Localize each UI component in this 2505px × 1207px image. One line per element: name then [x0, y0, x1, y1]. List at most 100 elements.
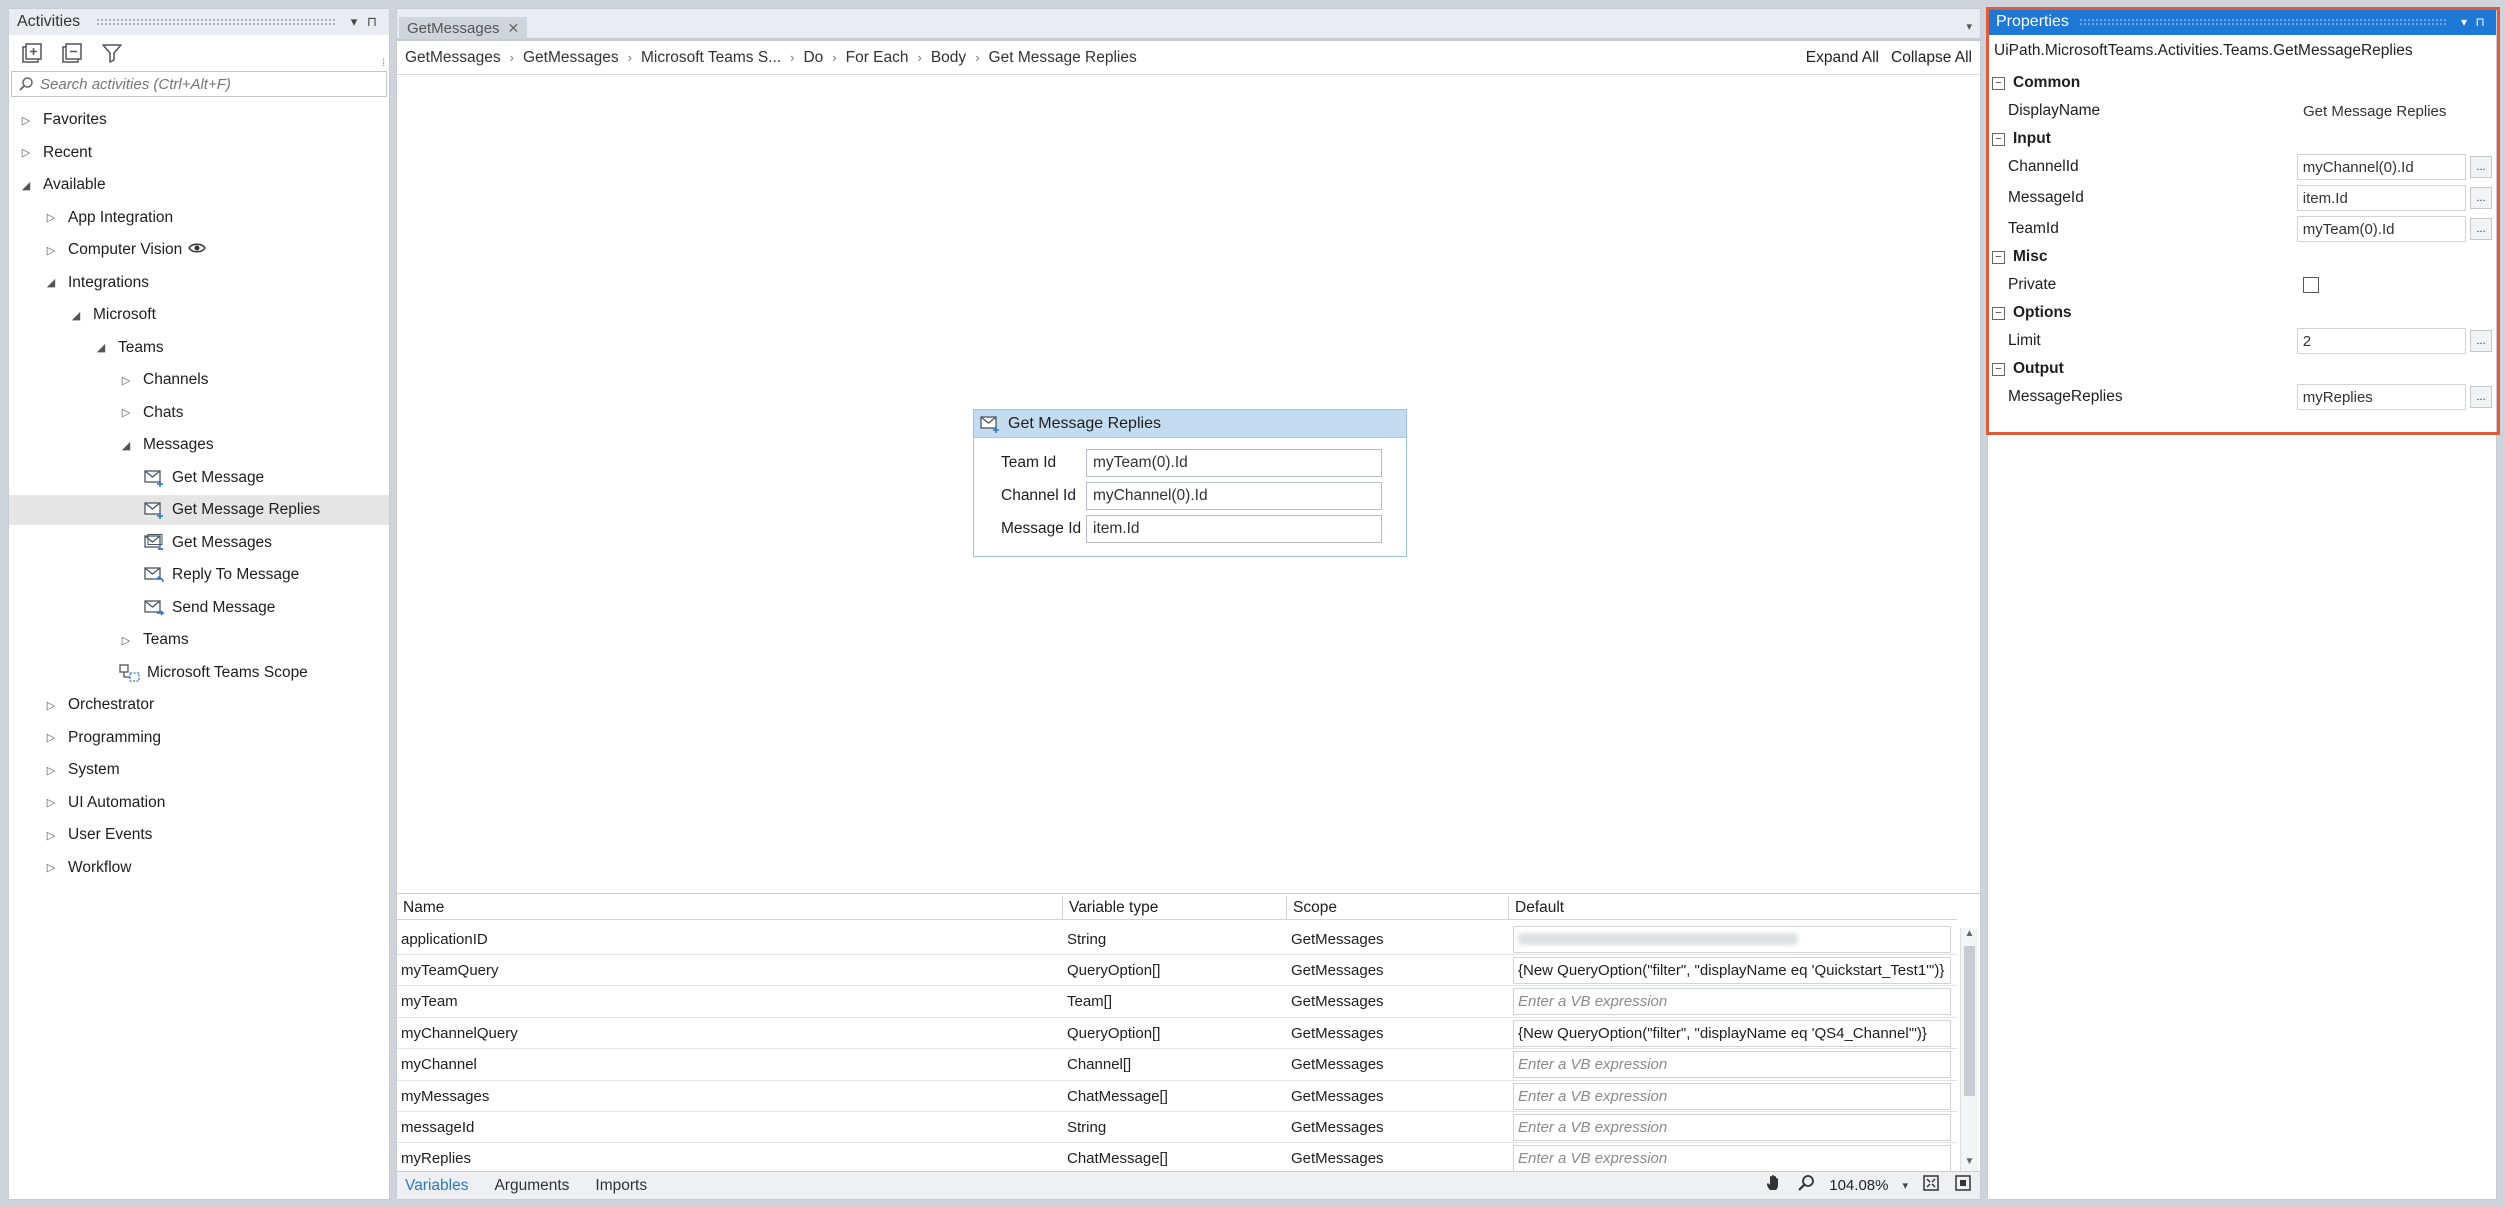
collapsed-arrow-icon[interactable]: ▷: [119, 406, 133, 419]
zoom-dropdown-icon[interactable]: ▾: [1902, 1179, 1908, 1192]
collapsed-arrow-icon[interactable]: ▷: [44, 731, 58, 744]
property-category-misc[interactable]: − Misc: [1992, 245, 2492, 269]
tab-imports[interactable]: Imports: [595, 1177, 647, 1195]
scroll-up-icon[interactable]: ▲: [1961, 928, 1978, 944]
breadcrumb-item[interactable]: Get Message Replies: [989, 49, 1137, 67]
activities-search[interactable]: [11, 71, 387, 97]
tree-item-orchestrator[interactable]: ▷ Orchestrator: [9, 690, 389, 720]
table-row[interactable]: myTeam Team[] GetMessages Enter a VB expres…: [397, 987, 1957, 1018]
default-value-field[interactable]: {New QueryOption("filter", "displayName …: [1513, 956, 1951, 984]
tab-arguments[interactable]: Arguments: [494, 1177, 569, 1195]
col-header-name[interactable]: Name: [397, 896, 1063, 919]
variable-type[interactable]: ChatMessage[]: [1063, 1144, 1287, 1174]
table-row[interactable]: myTeamQuery QueryOption[] GetMessages {New …: [397, 955, 1957, 987]
variable-type[interactable]: Channel[]: [1063, 1050, 1287, 1080]
tree-item-get-message[interactable]: Get Message: [9, 463, 389, 493]
table-row[interactable]: myMessages ChatMessage[] GetMessages Enter …: [397, 1081, 1957, 1112]
activity-get-message-replies[interactable]: Get Message Replies Team Id myTeam(0).Id C…: [973, 409, 1407, 557]
overview-map-icon[interactable]: [1954, 1174, 1972, 1197]
collapse-category-icon[interactable]: −: [1992, 250, 2005, 264]
property-value-input[interactable]: Get Message Replies: [2298, 98, 2468, 124]
private-checkbox[interactable]: [2303, 277, 2319, 293]
scroll-thumb[interactable]: [1964, 946, 1975, 1096]
collapse-all-link[interactable]: Collapse All: [1891, 49, 1972, 67]
collapsed-arrow-icon[interactable]: ▷: [44, 829, 58, 842]
breadcrumb-item[interactable]: Body: [931, 49, 966, 67]
breadcrumb-item[interactable]: Do: [803, 49, 823, 67]
variable-name[interactable]: applicationID: [397, 924, 1063, 954]
tree-item-recent[interactable]: ▷ Recent: [9, 138, 389, 168]
default-value-field[interactable]: Enter a VB expression: [1513, 1051, 1951, 1079]
tree-item-user-events[interactable]: ▷ User Events: [9, 820, 389, 850]
variable-name[interactable]: myTeamQuery: [397, 955, 1063, 985]
collapsed-arrow-icon[interactable]: ▷: [44, 211, 58, 224]
variable-scope[interactable]: GetMessages: [1287, 924, 1509, 954]
property-value-input[interactable]: myChannel(0).Id: [2296, 154, 2467, 180]
tree-item-system[interactable]: ▷ System: [9, 755, 389, 785]
default-value-field[interactable]: Enter a VB expression: [1513, 988, 1951, 1016]
breadcrumb-item[interactable]: For Each: [846, 49, 909, 67]
variable-name[interactable]: myChannel: [397, 1050, 1063, 1080]
default-value-field[interactable]: Enter a VB expression: [1513, 1113, 1951, 1141]
panel-drag-grip[interactable]: [2078, 18, 2446, 26]
collapsed-arrow-icon[interactable]: ▷: [44, 861, 58, 874]
variable-scope[interactable]: GetMessages: [1287, 1081, 1509, 1111]
tree-item-channels[interactable]: ▷ Channels: [9, 365, 389, 395]
expanded-arrow-icon[interactable]: ◢: [69, 309, 83, 322]
panel-drag-grip[interactable]: [96, 18, 337, 26]
expression-editor-button[interactable]: ...: [2470, 386, 2493, 408]
zoom-level[interactable]: 104.08%: [1829, 1177, 1888, 1194]
expanded-arrow-icon[interactable]: ◢: [19, 179, 33, 192]
tab-variables[interactable]: Variables: [405, 1177, 468, 1195]
tree-item-workflow[interactable]: ▷ Workflow: [9, 853, 389, 883]
expanded-arrow-icon[interactable]: ◢: [94, 341, 108, 354]
expanded-arrow-icon[interactable]: ◢: [44, 276, 58, 289]
property-category-output[interactable]: − Output: [1992, 357, 2492, 381]
collapsed-arrow-icon[interactable]: ▷: [19, 146, 33, 159]
property-value-input[interactable]: myReplies: [2296, 384, 2467, 410]
collapse-all-icon[interactable]: [59, 40, 85, 66]
variable-name[interactable]: messageId: [397, 1112, 1063, 1142]
tree-item-get-messages[interactable]: Get Messages: [9, 528, 389, 558]
tree-item-teams[interactable]: ▷ Teams: [9, 625, 389, 655]
tree-item-available[interactable]: ◢ Available: [9, 170, 389, 200]
tree-item-microsoft[interactable]: ◢ Microsoft: [9, 300, 389, 330]
table-row[interactable]: myChannel Channel[] GetMessages Enter a VB …: [397, 1050, 1957, 1081]
variable-name[interactable]: myTeam: [397, 987, 1063, 1017]
expression-editor-button[interactable]: ...: [2470, 156, 2493, 178]
collapsed-arrow-icon[interactable]: ▷: [44, 244, 58, 257]
tree-item-computer-vision[interactable]: ▷ Computer Vision: [9, 235, 389, 265]
tree-item-integrations[interactable]: ◢ Integrations: [9, 268, 389, 298]
workflow-canvas[interactable]: Get Message Replies Team Id myTeam(0).Id C…: [397, 75, 1980, 893]
col-header-scope[interactable]: Scope: [1287, 896, 1509, 919]
variable-scope[interactable]: GetMessages: [1287, 955, 1509, 985]
variable-type[interactable]: String: [1063, 1112, 1287, 1142]
property-category-common[interactable]: − Common: [1992, 71, 2492, 95]
variable-type[interactable]: Team[]: [1063, 987, 1287, 1017]
tree-item-send-message[interactable]: Send Message: [9, 593, 389, 623]
collapsed-arrow-icon[interactable]: ▷: [44, 764, 58, 777]
panel-menu-icon[interactable]: ▾: [345, 14, 363, 30]
activity-field-input[interactable]: myTeam(0).Id: [1086, 449, 1382, 477]
pin-icon[interactable]: ⊓: [363, 14, 381, 30]
tree-item-messages[interactable]: ◢ Messages: [9, 430, 389, 460]
activity-field-input[interactable]: myChannel(0).Id: [1086, 482, 1382, 510]
collapsed-arrow-icon[interactable]: ▷: [44, 699, 58, 712]
collapsed-arrow-icon[interactable]: ▷: [19, 114, 33, 127]
breadcrumb-item[interactable]: GetMessages: [523, 49, 619, 67]
default-value-field[interactable]: Enter a VB expression: [1513, 1145, 1951, 1173]
collapsed-arrow-icon[interactable]: ▷: [44, 796, 58, 809]
breadcrumb-item[interactable]: Microsoft Teams S...: [641, 49, 781, 67]
variable-scope[interactable]: GetMessages: [1287, 1050, 1509, 1080]
fit-to-screen-icon[interactable]: [1922, 1174, 1940, 1197]
property-value-input[interactable]: 2: [2296, 328, 2467, 354]
table-row[interactable]: messageId String GetMessages Enter a VB exp…: [397, 1112, 1957, 1144]
activity-field-input[interactable]: item.Id: [1086, 515, 1382, 543]
expression-editor-button[interactable]: ...: [2470, 218, 2493, 240]
scroll-down-icon[interactable]: ▼: [1961, 1156, 1978, 1172]
variable-scope[interactable]: GetMessages: [1287, 1112, 1509, 1142]
variables-scrollbar[interactable]: ▲ ▼: [1960, 928, 1978, 1172]
col-header-default[interactable]: Default: [1509, 896, 1957, 919]
default-value-field[interactable]: Enter a VB expression: [1513, 1082, 1951, 1110]
tree-item-reply-to-message[interactable]: Reply To Message: [9, 560, 389, 590]
